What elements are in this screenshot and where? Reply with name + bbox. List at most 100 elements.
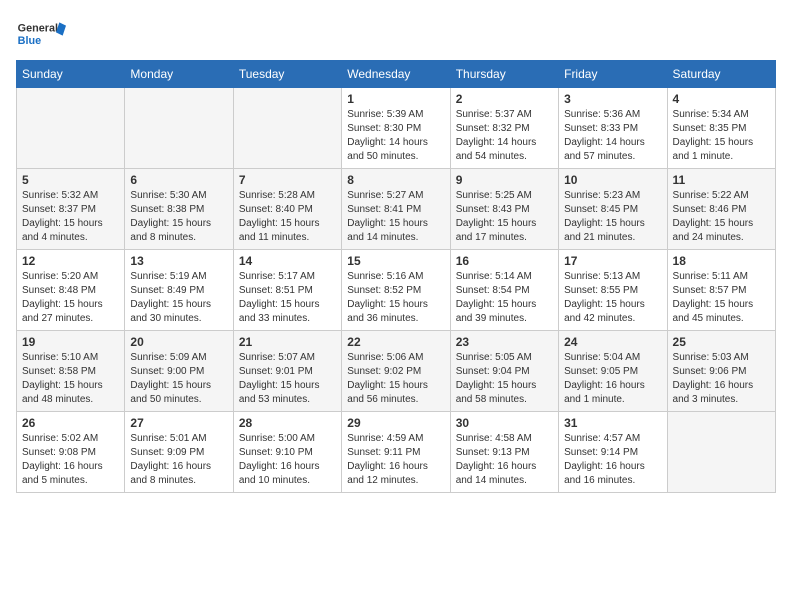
calendar-cell: 25Sunrise: 5:03 AM Sunset: 9:06 PM Dayli… (667, 331, 775, 412)
day-info: Sunrise: 5:05 AM Sunset: 9:04 PM Dayligh… (456, 351, 553, 407)
calendar-cell: 2 Sunrise: 5:37 AM Sunset: 8:32 PM Daylig… (450, 88, 558, 169)
calendar-cell: 27 Sunrise: 5:01 AM Sunset: 9:09 PM Dayli… (125, 412, 233, 493)
weekday-header-thursday: Thursday (450, 61, 558, 88)
day-info: Sunrise: 5:28 AM Sunset: 8:40 PM Dayligh… (239, 189, 336, 245)
day-number: 16 (456, 254, 553, 268)
day-number: 5 (22, 173, 119, 187)
day-info: Sunrise: 5:19 AM Sunset: 8:49 PM Dayligh… (130, 270, 227, 326)
day-number: 30 (456, 416, 553, 430)
day-number: 19 (22, 335, 119, 349)
calendar-cell: 19 Sunrise: 5:10 AM Sunset: 8:58 PM Dayli… (17, 331, 125, 412)
header: General Blue (16, 16, 776, 52)
weekday-header-wednesday: Wednesday (342, 61, 450, 88)
day-info: Sunrise: 5:36 AM Sunset: 8:33 PM Dayligh… (564, 108, 661, 164)
calendar-cell (125, 88, 233, 169)
day-info: Sunrise: 5:00 AM Sunset: 9:10 PM Dayligh… (239, 432, 336, 488)
calendar-cell: 5 Sunrise: 5:32 AM Sunset: 8:37 PM Daylig… (17, 169, 125, 250)
week-row-5: 26 Sunrise: 5:02 AM Sunset: 9:08 PM Dayli… (17, 412, 776, 493)
day-info: Sunrise: 4:58 AM Sunset: 9:13 PM Dayligh… (456, 432, 553, 488)
calendar-cell: 11 Sunrise: 5:22 AM Sunset: 8:46 PM Dayli… (667, 169, 775, 250)
day-info: Sunrise: 4:59 AM Sunset: 9:11 PM Dayligh… (347, 432, 444, 488)
day-info: Sunrise: 4:57 AM Sunset: 9:14 PM Dayligh… (564, 432, 661, 488)
calendar-cell: 16 Sunrise: 5:14 AM Sunset: 8:54 PM Dayli… (450, 250, 558, 331)
day-number: 10 (564, 173, 661, 187)
day-number: 8 (347, 173, 444, 187)
calendar-cell: 31 Sunrise: 4:57 AM Sunset: 9:14 PM Dayli… (559, 412, 667, 493)
day-number: 17 (564, 254, 661, 268)
calendar-cell: 12 Sunrise: 5:20 AM Sunset: 8:48 PM Dayli… (17, 250, 125, 331)
day-number: 13 (130, 254, 227, 268)
day-number: 20 (130, 335, 227, 349)
day-info: Sunrise: 5:25 AM Sunset: 8:43 PM Dayligh… (456, 189, 553, 245)
calendar-cell: 8 Sunrise: 5:27 AM Sunset: 8:41 PM Daylig… (342, 169, 450, 250)
day-info: Sunrise: 5:10 AM Sunset: 8:58 PM Dayligh… (22, 351, 119, 407)
day-number: 31 (564, 416, 661, 430)
logo-svg: General Blue (16, 16, 66, 52)
day-info: Sunrise: 5:17 AM Sunset: 8:51 PM Dayligh… (239, 270, 336, 326)
calendar-cell: 3Sunrise: 5:36 AM Sunset: 8:33 PM Daylig… (559, 88, 667, 169)
day-info: Sunrise: 5:13 AM Sunset: 8:55 PM Dayligh… (564, 270, 661, 326)
day-number: 18 (673, 254, 770, 268)
day-info: Sunrise: 5:16 AM Sunset: 8:52 PM Dayligh… (347, 270, 444, 326)
week-row-2: 5 Sunrise: 5:32 AM Sunset: 8:37 PM Daylig… (17, 169, 776, 250)
calendar-cell (667, 412, 775, 493)
weekday-header-sunday: Sunday (17, 61, 125, 88)
day-number: 28 (239, 416, 336, 430)
day-number: 12 (22, 254, 119, 268)
calendar-cell: 9 Sunrise: 5:25 AM Sunset: 8:43 PM Daylig… (450, 169, 558, 250)
calendar-cell: 18 Sunrise: 5:11 AM Sunset: 8:57 PM Dayli… (667, 250, 775, 331)
calendar-cell: 22 Sunrise: 5:06 AM Sunset: 9:02 PM Dayli… (342, 331, 450, 412)
calendar-cell: 4 Sunrise: 5:34 AM Sunset: 8:35 PM Daylig… (667, 88, 775, 169)
day-number: 26 (22, 416, 119, 430)
week-row-3: 12 Sunrise: 5:20 AM Sunset: 8:48 PM Dayli… (17, 250, 776, 331)
day-info: Sunrise: 5:14 AM Sunset: 8:54 PM Dayligh… (456, 270, 553, 326)
calendar-cell: 30 Sunrise: 4:58 AM Sunset: 9:13 PM Dayli… (450, 412, 558, 493)
day-number: 21 (239, 335, 336, 349)
calendar-cell: 13 Sunrise: 5:19 AM Sunset: 8:49 PM Dayli… (125, 250, 233, 331)
calendar-cell: 17 Sunrise: 5:13 AM Sunset: 8:55 PM Dayli… (559, 250, 667, 331)
weekday-header-row: SundayMondayTuesdayWednesdayThursdayFrid… (17, 61, 776, 88)
day-info: Sunrise: 5:20 AM Sunset: 8:48 PM Dayligh… (22, 270, 119, 326)
day-info: Sunrise: 5:34 AM Sunset: 8:35 PM Dayligh… (673, 108, 770, 164)
day-number: 22 (347, 335, 444, 349)
calendar-cell: 28 Sunrise: 5:00 AM Sunset: 9:10 PM Dayli… (233, 412, 341, 493)
calendar-cell: 1Sunrise: 5:39 AM Sunset: 8:30 PM Daylig… (342, 88, 450, 169)
calendar-cell: 6 Sunrise: 5:30 AM Sunset: 8:38 PM Daylig… (125, 169, 233, 250)
calendar-cell: 14Sunrise: 5:17 AM Sunset: 8:51 PM Dayli… (233, 250, 341, 331)
day-number: 7 (239, 173, 336, 187)
calendar-cell: 29Sunrise: 4:59 AM Sunset: 9:11 PM Dayli… (342, 412, 450, 493)
day-info: Sunrise: 5:09 AM Sunset: 9:00 PM Dayligh… (130, 351, 227, 407)
weekday-header-monday: Monday (125, 61, 233, 88)
day-info: Sunrise: 5:11 AM Sunset: 8:57 PM Dayligh… (673, 270, 770, 326)
day-info: Sunrise: 5:02 AM Sunset: 9:08 PM Dayligh… (22, 432, 119, 488)
calendar-table: SundayMondayTuesdayWednesdayThursdayFrid… (16, 60, 776, 493)
day-info: Sunrise: 5:27 AM Sunset: 8:41 PM Dayligh… (347, 189, 444, 245)
weekday-header-tuesday: Tuesday (233, 61, 341, 88)
day-number: 27 (130, 416, 227, 430)
calendar-cell: 24Sunrise: 5:04 AM Sunset: 9:05 PM Dayli… (559, 331, 667, 412)
day-number: 9 (456, 173, 553, 187)
day-info: Sunrise: 5:23 AM Sunset: 8:45 PM Dayligh… (564, 189, 661, 245)
calendar-cell (233, 88, 341, 169)
day-info: Sunrise: 5:01 AM Sunset: 9:09 PM Dayligh… (130, 432, 227, 488)
day-info: Sunrise: 5:06 AM Sunset: 9:02 PM Dayligh… (347, 351, 444, 407)
day-info: Sunrise: 5:30 AM Sunset: 8:38 PM Dayligh… (130, 189, 227, 245)
day-number: 15 (347, 254, 444, 268)
day-number: 6 (130, 173, 227, 187)
day-number: 2 (456, 92, 553, 106)
day-number: 23 (456, 335, 553, 349)
week-row-4: 19 Sunrise: 5:10 AM Sunset: 8:58 PM Dayli… (17, 331, 776, 412)
day-info: Sunrise: 5:37 AM Sunset: 8:32 PM Dayligh… (456, 108, 553, 164)
calendar-cell: 7 Sunrise: 5:28 AM Sunset: 8:40 PM Daylig… (233, 169, 341, 250)
calendar-cell: 26 Sunrise: 5:02 AM Sunset: 9:08 PM Dayli… (17, 412, 125, 493)
logo: General Blue (16, 16, 66, 52)
day-number: 4 (673, 92, 770, 106)
day-number: 11 (673, 173, 770, 187)
calendar-cell: 21Sunrise: 5:07 AM Sunset: 9:01 PM Dayli… (233, 331, 341, 412)
calendar-cell (17, 88, 125, 169)
day-info: Sunrise: 5:32 AM Sunset: 8:37 PM Dayligh… (22, 189, 119, 245)
calendar-cell: 15 Sunrise: 5:16 AM Sunset: 8:52 PM Dayli… (342, 250, 450, 331)
svg-text:Blue: Blue (18, 35, 41, 47)
day-info: Sunrise: 5:22 AM Sunset: 8:46 PM Dayligh… (673, 189, 770, 245)
day-number: 25 (673, 335, 770, 349)
